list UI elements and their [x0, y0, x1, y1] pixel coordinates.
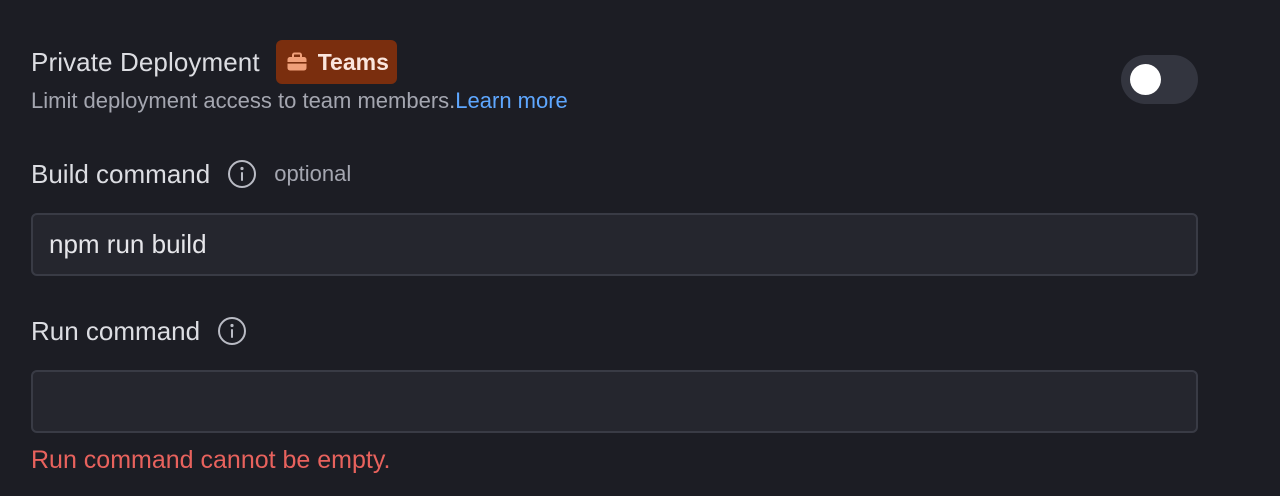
run-command-error: Run command cannot be empty. — [31, 446, 391, 474]
toggle-knob — [1130, 64, 1161, 95]
run-command-label: Run command — [31, 315, 201, 346]
private-deployment-description: Limit deployment access to team members.… — [31, 88, 568, 114]
info-icon[interactable] — [227, 159, 257, 189]
description-text: Limit deployment access to team members. — [31, 88, 456, 113]
briefcase-icon — [286, 51, 308, 73]
run-command-label-row: Run command — [31, 314, 247, 348]
teams-badge-label: Teams — [317, 48, 389, 75]
private-deployment-toggle[interactable] — [1121, 55, 1198, 104]
build-command-label-row: Build command optional — [31, 157, 351, 191]
optional-hint: optional — [274, 161, 352, 186]
build-command-input[interactable] — [31, 213, 1198, 276]
private-deployment-title: Private Deployment — [31, 46, 260, 77]
run-command-input[interactable] — [31, 370, 1198, 433]
private-deployment-header: Private Deployment Teams — [31, 40, 397, 84]
build-command-label: Build command — [31, 158, 211, 189]
info-icon[interactable] — [217, 316, 247, 346]
learn-more-link[interactable]: Learn more — [455, 88, 568, 113]
teams-badge: Teams — [275, 40, 397, 84]
